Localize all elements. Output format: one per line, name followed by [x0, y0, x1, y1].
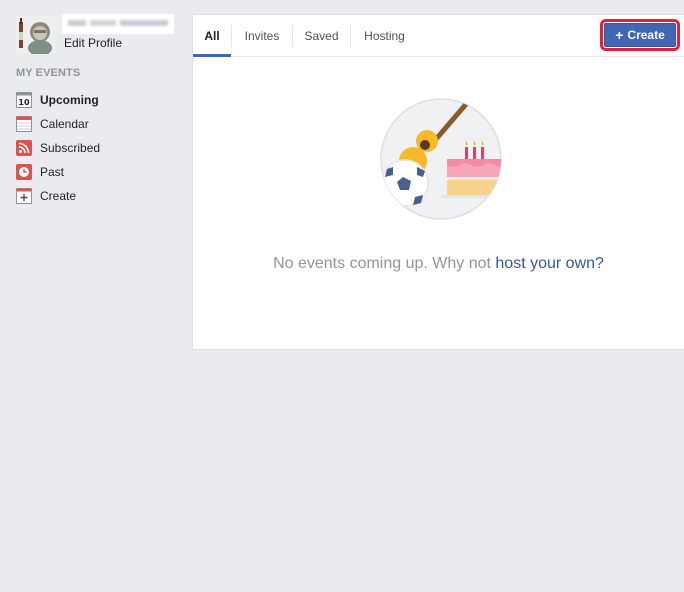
sidebar-item-label: Create	[40, 189, 77, 203]
sidebar-item-past[interactable]: Past	[16, 160, 186, 184]
my-events-heading: MY EVENTS	[16, 67, 81, 79]
tab-hosting[interactable]: Hosting	[351, 15, 418, 57]
create-event-button[interactable]: + Create	[600, 19, 680, 51]
calendar-date-number: 10	[18, 98, 30, 107]
tab-all[interactable]: All	[193, 15, 231, 57]
profile-name-redacted[interactable]	[62, 14, 174, 34]
avatar[interactable]	[16, 16, 56, 54]
plus-box-icon	[16, 188, 32, 204]
avatar-image	[16, 16, 56, 54]
sidebar-item-upcoming[interactable]: 10 Upcoming	[16, 88, 186, 112]
sidebar-item-subscribed[interactable]: Subscribed	[16, 136, 186, 160]
host-your-own-link[interactable]: host your own?	[495, 255, 604, 272]
sidebar-item-label: Calendar	[40, 117, 89, 131]
empty-state-message: No events coming up. Why not host your o…	[193, 255, 684, 273]
sidebar-item-label: Upcoming	[40, 93, 99, 107]
empty-state-text: No events coming up. Why not	[273, 255, 496, 272]
sidebar-item-calendar[interactable]: Calendar	[16, 112, 186, 136]
sidebar-item-label: Past	[40, 165, 65, 179]
profile-block: Edit Profile	[16, 14, 176, 54]
sidebar-item-label: Subscribed	[40, 141, 101, 155]
clock-icon	[16, 164, 32, 180]
events-panel: All Invites Saved Hosting + Create No ev…	[192, 14, 684, 350]
calendar-grid-icon	[16, 116, 32, 132]
plus-icon: +	[615, 27, 624, 43]
edit-profile-link[interactable]: Edit Profile	[64, 36, 122, 50]
events-tabs: All Invites Saved Hosting + Create	[193, 15, 684, 57]
create-button-label: Create	[627, 28, 665, 42]
calendar-date-icon: 10	[16, 92, 32, 108]
tab-saved[interactable]: Saved	[293, 15, 350, 57]
sidebar-nav: 10 Upcoming Calendar Subscribed Past Cre…	[16, 88, 186, 208]
sidebar-item-create[interactable]: Create	[16, 184, 186, 208]
tab-invites[interactable]: Invites	[232, 15, 292, 57]
events-illustration	[380, 98, 502, 220]
rss-icon	[16, 140, 32, 156]
